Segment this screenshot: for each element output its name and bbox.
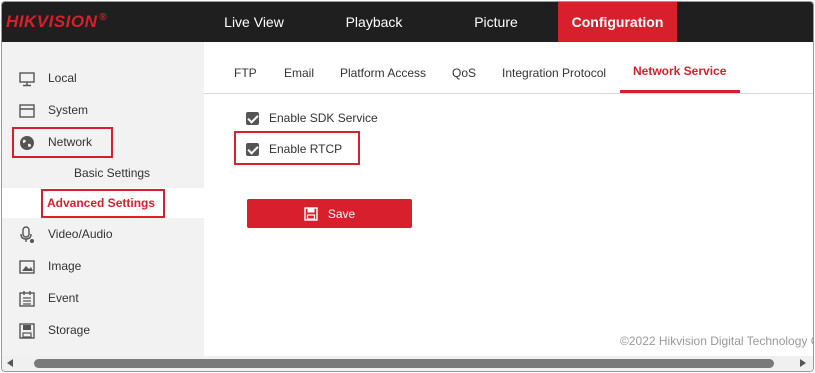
system-window-icon <box>19 104 35 118</box>
tab-platform-access[interactable]: Platform Access <box>340 66 426 80</box>
save-button-label: Save <box>327 206 356 221</box>
sidebar-item-event[interactable]: Event <box>2 282 204 314</box>
save-disk-icon <box>304 206 318 221</box>
sidebar-item-label: Local <box>48 71 77 85</box>
network-highlight-box <box>12 127 113 158</box>
sidebar-item-local[interactable]: Local <box>2 62 204 94</box>
horizontal-scrollbar[interactable] <box>2 356 813 371</box>
top-nav-bar: HIKVISION ® Live View Playback Picture C… <box>2 2 813 42</box>
storage-disk-icon <box>19 323 35 339</box>
nav-playback[interactable]: Playback <box>320 2 428 42</box>
active-tab-underline <box>620 90 740 93</box>
rtcp-highlight-box <box>234 131 360 165</box>
copyright-text: ©2022 Hikvision Digital Technology C <box>620 334 814 348</box>
save-button[interactable]: Save <box>247 199 412 228</box>
monitor-icon <box>19 72 35 87</box>
advanced-settings-highlight-box <box>41 189 165 218</box>
sidebar-item-label: Image <box>48 259 82 273</box>
nav-configuration[interactable]: Configuration <box>558 2 677 42</box>
hikvision-logo: HIKVISION ® <box>6 12 107 34</box>
app-window: HIKVISION ® Live View Playback Picture C… <box>1 1 814 372</box>
scrollbar-thumb[interactable] <box>34 359 774 368</box>
tab-qos[interactable]: QoS <box>452 66 476 80</box>
sidebar-item-label: Storage <box>48 323 91 337</box>
sidebar-subitem-label: Basic Settings <box>74 166 151 180</box>
tab-bar: FTP Email Platform Access QoS Integratio… <box>204 42 813 94</box>
enable-sdk-service-checkbox[interactable] <box>246 111 259 125</box>
logo-text: HIKVISION <box>6 12 98 31</box>
calendar-icon <box>19 291 35 307</box>
sidebar: Local System Network Basic Settings Adva… <box>2 42 204 356</box>
sidebar-item-label: System <box>48 103 89 117</box>
scroll-right-arrow-icon[interactable] <box>800 359 806 367</box>
sidebar-subitem-basic-settings[interactable]: Basic Settings <box>2 158 204 188</box>
nav-picture[interactable]: Picture <box>438 2 554 42</box>
main-content: FTP Email Platform Access QoS Integratio… <box>204 42 813 356</box>
sidebar-item-label: Event <box>48 291 79 305</box>
image-icon <box>19 260 35 274</box>
tab-network-service[interactable]: Network Service <box>633 64 726 78</box>
microphone-icon <box>20 226 34 243</box>
tab-ftp[interactable]: FTP <box>234 66 257 80</box>
tab-integration-protocol[interactable]: Integration Protocol <box>502 66 606 80</box>
enable-sdk-service-option[interactable]: Enable SDK Service <box>246 109 378 127</box>
registered-mark: ® <box>99 12 107 23</box>
sidebar-item-video-audio[interactable]: Video/Audio <box>2 218 204 250</box>
sidebar-item-image[interactable]: Image <box>2 250 204 282</box>
scroll-left-arrow-icon[interactable] <box>7 359 13 367</box>
sidebar-item-label: Video/Audio <box>48 227 113 241</box>
sidebar-item-system[interactable]: System <box>2 94 204 126</box>
enable-sdk-service-label: Enable SDK Service <box>269 111 378 125</box>
tab-email[interactable]: Email <box>284 66 314 80</box>
sidebar-item-storage[interactable]: Storage <box>2 314 204 346</box>
nav-live-view[interactable]: Live View <box>198 2 310 42</box>
